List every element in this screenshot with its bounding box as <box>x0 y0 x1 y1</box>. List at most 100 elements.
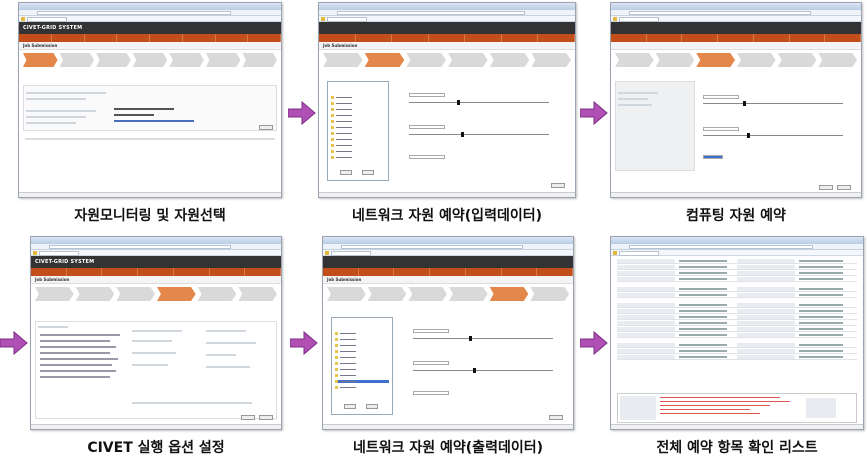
options-form[interactable] <box>35 321 277 419</box>
folder-icon <box>335 332 338 335</box>
app-menubar[interactable] <box>31 268 281 276</box>
section-title-bar: Job Submission <box>31 276 281 284</box>
caption-reservation-summary: 전체 예약 항목 확인 리스트 <box>656 440 818 456</box>
screenshot-reservation-summary <box>610 236 864 430</box>
folder-icon <box>331 114 334 117</box>
arrow-right-icon <box>580 330 608 356</box>
cancel-button[interactable] <box>362 170 374 175</box>
section-title-bar <box>611 42 861 50</box>
panel-computing-reservation: 컴퓨팅 자원 예약 <box>610 2 862 232</box>
bandwidth-field[interactable] <box>409 155 445 159</box>
folder-icon <box>335 362 338 365</box>
end-time-field[interactable] <box>409 125 445 129</box>
caption-network-input: 네트워크 자원 예약(입력데이터) <box>352 208 542 224</box>
wizard-steps <box>323 53 572 67</box>
wizard-steps <box>327 287 570 301</box>
folder-icon <box>335 374 338 377</box>
folder-icon <box>331 132 334 135</box>
start-time-slider[interactable] <box>409 100 549 105</box>
cancel-button[interactable] <box>366 404 378 409</box>
next-button[interactable] <box>259 125 273 130</box>
resource-list <box>23 85 277 131</box>
end-time-field[interactable] <box>413 361 449 365</box>
end-time-field[interactable] <box>703 127 739 131</box>
folder-icon <box>331 138 334 141</box>
browser-statusbar <box>319 192 575 197</box>
select-button[interactable] <box>340 170 352 175</box>
start-time-slider[interactable] <box>413 336 553 341</box>
cpu-select[interactable] <box>703 155 723 159</box>
panel-network-output: Job Submission 네트워크 자원 예약(출력데이터) <box>322 236 580 463</box>
screenshot-computing-reservation <box>610 2 862 198</box>
folder-icon <box>335 368 338 371</box>
browser-titlebar <box>611 237 863 244</box>
summary-table <box>615 259 859 389</box>
start-time-field[interactable] <box>409 93 445 97</box>
workflow-figure: CIVET-GRID SYSTEM Job Submission 자원모니터링 … <box>0 0 867 463</box>
browser-titlebar <box>319 3 575 10</box>
end-time-slider[interactable] <box>703 133 843 138</box>
caption-resource-monitoring: 자원모니터링 및 자원선택 <box>74 208 226 224</box>
folder-icon <box>335 356 338 359</box>
screenshot-civet-options: CIVET-GRID SYSTEM Job Submission <box>30 236 282 430</box>
app-header <box>319 22 575 34</box>
screenshot-resource-monitoring: CIVET-GRID SYSTEM Job Submission <box>18 2 282 198</box>
app-header <box>323 256 573 268</box>
folder-icon <box>331 126 334 129</box>
caption-network-output: 네트워크 자원 예약(출력데이터) <box>353 440 543 456</box>
folder-icon <box>331 156 334 159</box>
end-time-slider[interactable] <box>409 132 549 137</box>
folder-icon <box>331 144 334 147</box>
previous-button[interactable] <box>241 415 255 420</box>
section-title-bar: Job Submission <box>323 276 573 284</box>
previous-button[interactable] <box>819 185 833 190</box>
wizard-steps <box>23 53 278 67</box>
next-button[interactable] <box>259 415 273 420</box>
app-header: CIVET-GRID SYSTEM <box>31 256 281 268</box>
app-menubar[interactable] <box>323 268 573 276</box>
folder-icon <box>331 108 334 111</box>
command-box <box>617 393 857 423</box>
app-header <box>611 22 861 34</box>
next-button[interactable] <box>551 183 565 188</box>
start-time-slider[interactable] <box>703 101 843 106</box>
arrow-right-icon <box>0 330 28 356</box>
folder-icon <box>331 150 334 153</box>
file-browser[interactable] <box>331 317 393 415</box>
folder-icon <box>335 380 338 383</box>
caption-civet-options: CIVET 실행 옵션 설정 <box>87 440 225 456</box>
folder-icon <box>335 344 338 347</box>
app-menubar[interactable] <box>611 34 861 42</box>
panel-reservation-summary: 전체 예약 항목 확인 리스트 <box>610 236 864 463</box>
resource-table <box>615 81 695 171</box>
panel-network-input: Job Submission 네트워크 자원 예약(입력데이터) <box>318 2 582 232</box>
folder-icon <box>331 120 334 123</box>
end-time-slider[interactable] <box>413 368 553 373</box>
screenshot-network-input: Job Submission <box>318 2 576 198</box>
app-header: CIVET-GRID SYSTEM <box>19 22 281 34</box>
screenshot-network-output: Job Submission <box>322 236 574 430</box>
next-button[interactable] <box>837 185 851 190</box>
folder-icon <box>335 338 338 341</box>
wizard-steps <box>615 53 858 67</box>
arrow-right-icon <box>580 100 608 126</box>
start-time-field[interactable] <box>413 329 449 333</box>
bandwidth-field[interactable] <box>413 391 449 395</box>
app-menubar[interactable] <box>19 34 281 42</box>
browser-titlebar <box>611 3 861 10</box>
caption-computing-reservation: 컴퓨팅 자원 예약 <box>686 208 786 224</box>
file-browser[interactable] <box>327 81 389 181</box>
browser-titlebar <box>31 237 281 244</box>
app-menubar[interactable] <box>319 34 575 42</box>
browser-statusbar <box>611 192 861 197</box>
app-logo: CIVET-GRID SYSTEM <box>35 259 95 265</box>
start-time-field[interactable] <box>703 95 739 99</box>
folder-icon <box>331 96 334 99</box>
section-title-bar: Job Submission <box>19 42 281 50</box>
select-button[interactable] <box>344 404 356 409</box>
browser-statusbar <box>31 424 281 429</box>
panel-civet-options: CIVET-GRID SYSTEM Job Submission CIVET 실… <box>30 236 282 463</box>
browser-statusbar <box>323 424 573 429</box>
browser-statusbar <box>611 424 863 429</box>
next-button[interactable] <box>549 415 563 420</box>
